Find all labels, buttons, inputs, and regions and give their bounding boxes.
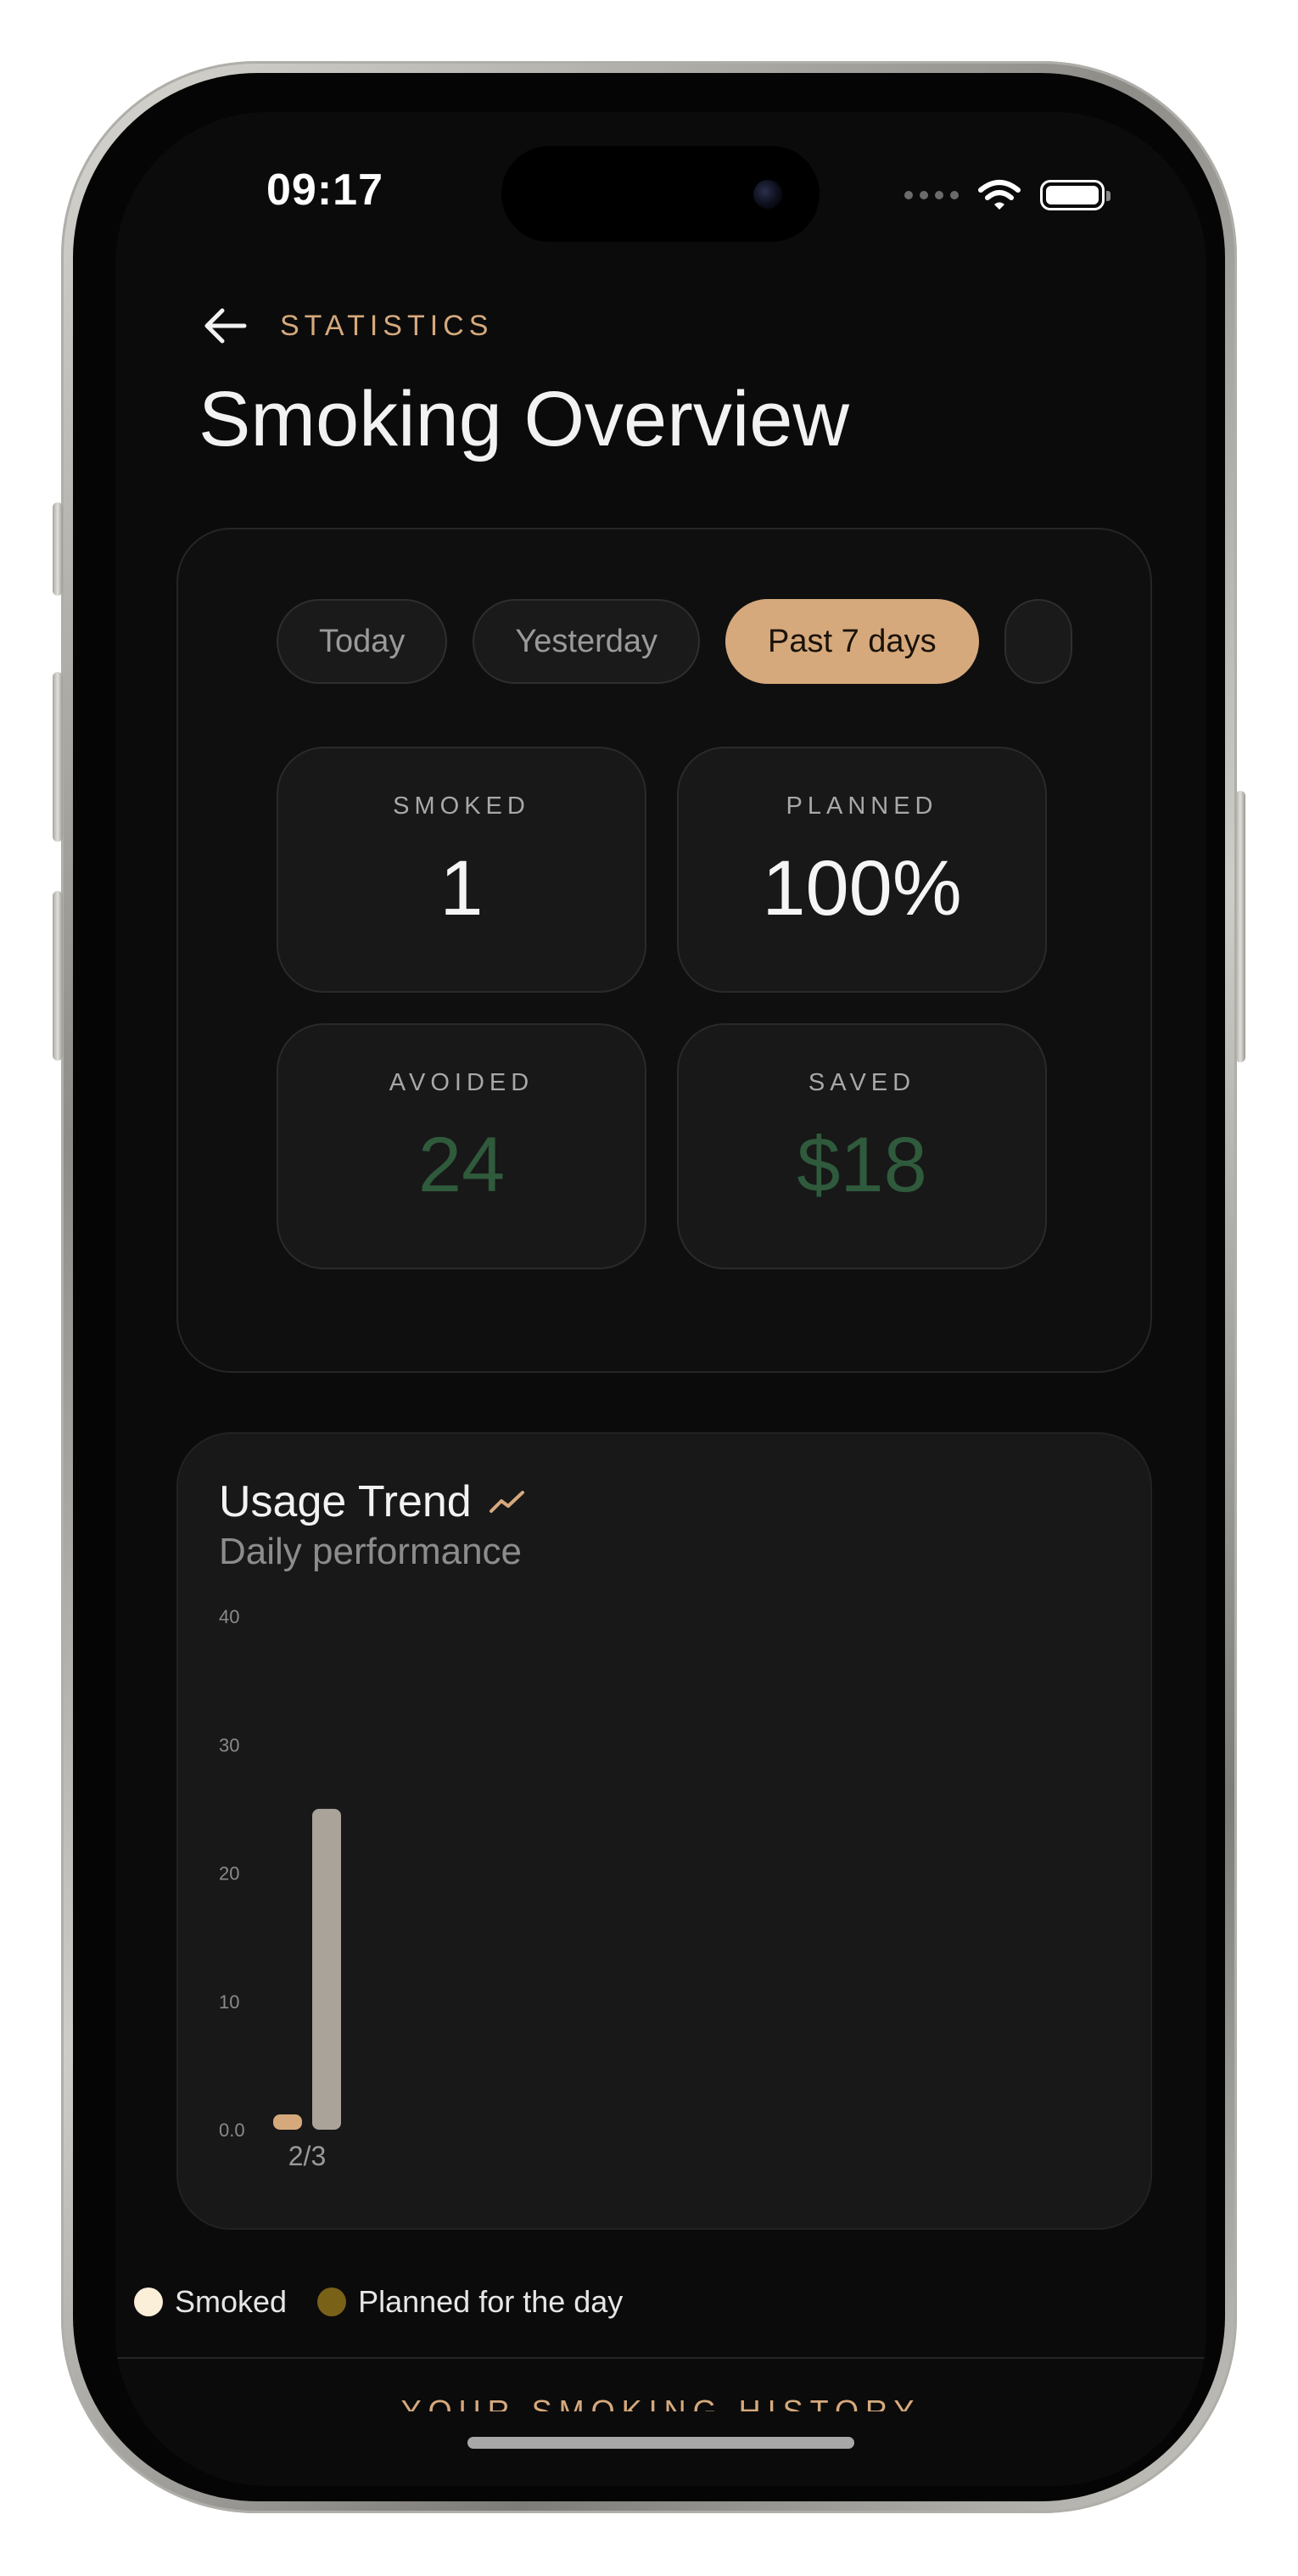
wifi-icon <box>978 180 1021 210</box>
status-icons <box>904 170 1111 221</box>
cellular-signal-icon <box>904 191 959 199</box>
volume-down-button <box>53 891 63 1061</box>
status-time: 09:17 <box>266 165 383 215</box>
stat-avoided: AVOIDED 24 <box>277 1023 646 1269</box>
camera-icon <box>753 180 782 209</box>
y-tick-label: 0.0 <box>219 2120 245 2141</box>
y-tick-label: 10 <box>219 1991 239 2013</box>
phone-bezel: 09:17 STATISTICS Smoking Overview Today … <box>73 73 1225 2501</box>
dynamic-island <box>501 146 820 242</box>
stat-label: SMOKED <box>393 792 530 820</box>
y-tick-label: 30 <box>219 1734 239 1756</box>
y-tick-label: 20 <box>219 1863 239 1884</box>
chart-legend: Smoked Planned for the day <box>134 2284 623 2320</box>
chip-yesterday[interactable]: Yesterday <box>473 599 701 684</box>
legend-label-smoked: Smoked <box>175 2284 288 2319</box>
usage-trend-card: Usage Trend Daily performance 0.0 10 20 30 4… <box>176 1432 1152 2230</box>
volume-up-button <box>53 672 63 842</box>
stat-smoked: SMOKED 1 <box>277 747 646 993</box>
chip-today[interactable]: Today <box>277 599 448 684</box>
y-tick-label: 40 <box>219 1606 239 1627</box>
back-arrow-icon[interactable] <box>200 305 248 346</box>
legend-item-smoked: Smoked <box>134 2284 287 2320</box>
chip-more[interactable] <box>1004 599 1072 684</box>
x-tick-label: 2/3 <box>288 2141 326 2171</box>
page-title: Smoking Overview <box>199 376 849 462</box>
period-filter: Today Yesterday Past 7 days <box>277 599 1111 687</box>
home-indicator[interactable] <box>467 2437 854 2449</box>
stat-label: SAVED <box>808 1069 916 1096</box>
section-eyebrow: STATISTICS <box>280 309 494 342</box>
stat-value: $18 <box>797 1122 927 1208</box>
stat-value: 1 <box>439 845 484 932</box>
legend-dot-planned <box>317 2288 347 2316</box>
chip-past-7-days[interactable]: Past 7 days <box>725 599 979 684</box>
legend-item-planned: Planned for the day <box>317 2284 623 2320</box>
legend-dot-smoked <box>134 2288 163 2316</box>
history-section-heading: YOUR SMOKING HISTORY <box>400 2394 921 2411</box>
legend-label-planned: Planned for the day <box>358 2284 624 2319</box>
stat-saved: SAVED $18 <box>677 1023 1047 1269</box>
header: STATISTICS <box>200 305 493 346</box>
section-divider <box>115 2357 1206 2359</box>
action-button <box>53 502 63 596</box>
stat-label: PLANNED <box>786 792 938 820</box>
screen: 09:17 STATISTICS Smoking Overview Today … <box>115 112 1206 2486</box>
summary-card: Today Yesterday Past 7 days SMOKED 1 PLA… <box>176 528 1152 1373</box>
stat-planned: PLANNED 100% <box>677 747 1047 993</box>
bar-planned[interactable] <box>312 1808 341 2130</box>
phone-frame: 09:17 STATISTICS Smoking Overview Today … <box>53 61 1245 2513</box>
power-button <box>1235 791 1245 1062</box>
bar-smoked[interactable] <box>273 2114 302 2130</box>
battery-icon <box>1040 180 1111 210</box>
stat-value: 100% <box>762 845 962 932</box>
stat-value: 24 <box>417 1122 506 1208</box>
usage-bar-chart: 0.0 10 20 30 40 2/3 <box>219 1606 341 2171</box>
stat-label: AVOIDED <box>389 1069 534 1096</box>
